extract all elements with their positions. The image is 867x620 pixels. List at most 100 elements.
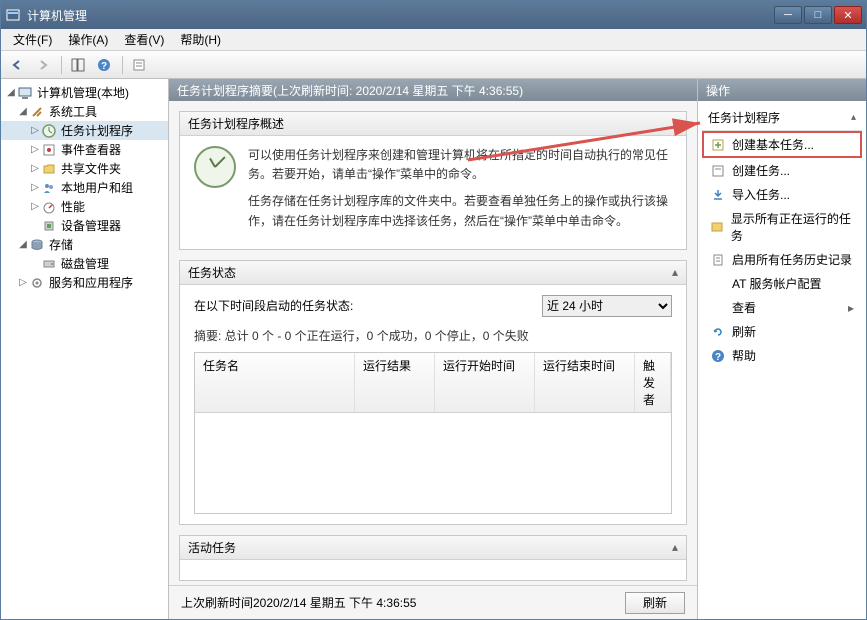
active-header[interactable]: 活动任务 ▴ xyxy=(180,536,686,560)
tree-localusers[interactable]: ▷ 本地用户和组 xyxy=(1,178,168,197)
svg-text:?: ? xyxy=(101,61,107,72)
actions-section-title: 任务计划程序 ▴ xyxy=(702,105,862,131)
chevron-right-icon: ▸ xyxy=(848,301,854,315)
center-body[interactable]: 任务计划程序概述 ▴ 可以使用任务计划程序来创建和管理计算机将在所指定的时间自动… xyxy=(169,101,697,585)
properties-button[interactable] xyxy=(127,54,151,76)
action-enable-history[interactable]: 启用所有任务历史记录 xyxy=(704,248,860,271)
action-view[interactable]: 查看 ▸ xyxy=(704,296,860,319)
menu-action[interactable]: 操作(A) xyxy=(60,29,116,50)
actions-section-label: 任务计划程序 xyxy=(708,109,780,126)
create-task-icon xyxy=(710,163,726,179)
menu-file[interactable]: 文件(F) xyxy=(5,29,60,50)
tree-systools[interactable]: ◢ 系统工具 xyxy=(1,102,168,121)
blank-icon xyxy=(710,276,726,292)
action-label: 查看 xyxy=(732,299,756,316)
expander-icon[interactable]: ◢ xyxy=(5,87,17,98)
show-hide-tree-button[interactable] xyxy=(66,54,90,76)
col-taskname[interactable]: 任务名 xyxy=(195,353,355,412)
tree-label: 本地用户和组 xyxy=(61,179,133,196)
device-icon xyxy=(41,218,57,234)
actions-header: 操作 xyxy=(698,79,866,101)
refresh-icon xyxy=(710,324,726,340)
action-create-task[interactable]: 创建任务... xyxy=(704,159,860,182)
action-create-basic-task[interactable]: 创建基本任务... xyxy=(702,131,862,158)
action-label: 创建基本任务... xyxy=(732,136,814,153)
action-show-running[interactable]: 显示所有正在运行的任务 xyxy=(704,207,860,247)
col-trigger[interactable]: 触发者 xyxy=(635,353,671,412)
active-title: 活动任务 xyxy=(188,539,236,556)
expander-icon[interactable]: ▷ xyxy=(17,277,29,288)
chevron-up-icon: ▴ xyxy=(672,265,678,279)
overview-section: 任务计划程序概述 ▴ 可以使用任务计划程序来创建和管理计算机将在所指定的时间自动… xyxy=(179,111,687,250)
chevron-up-icon: ▴ xyxy=(672,117,678,131)
action-label: 刷新 xyxy=(732,323,756,340)
last-refresh-info: 上次刷新时间2020/2/14 星期五 下午 4:36:55 xyxy=(181,594,625,611)
import-icon xyxy=(710,187,726,203)
tree-label: 磁盘管理 xyxy=(61,255,109,272)
action-at-config[interactable]: AT 服务帐户配置 xyxy=(704,272,860,295)
action-label: 帮助 xyxy=(732,347,756,364)
status-label: 在以下时间段启动的任务状态: xyxy=(194,297,353,314)
toolbar: ? xyxy=(1,51,866,79)
tree-performance[interactable]: ▷ 性能 xyxy=(1,197,168,216)
history-icon xyxy=(710,252,726,268)
tools-icon xyxy=(29,104,45,120)
app-icon xyxy=(5,7,21,23)
forward-button[interactable] xyxy=(31,54,55,76)
expander-icon[interactable]: ▷ xyxy=(29,144,41,155)
close-button[interactable]: ✕ xyxy=(834,6,862,24)
tree-label: 设备管理器 xyxy=(61,217,121,234)
action-import-task[interactable]: 导入任务... xyxy=(704,183,860,206)
expander-icon[interactable]: ▷ xyxy=(29,163,41,174)
tree-servicesapps[interactable]: ▷ 服务和应用程序 xyxy=(1,273,168,292)
overview-content: 可以使用任务计划程序来创建和管理计算机将在所指定的时间自动执行的常见任务。若要开… xyxy=(180,136,686,249)
tree-label: 共享文件夹 xyxy=(61,160,121,177)
action-label: 创建任务... xyxy=(732,162,790,179)
status-header[interactable]: 任务状态 ▴ xyxy=(180,261,686,285)
expander-icon[interactable]: ◢ xyxy=(17,239,29,250)
menu-help[interactable]: 帮助(H) xyxy=(172,29,229,50)
active-section: 活动任务 ▴ xyxy=(179,535,687,581)
window-title: 计算机管理 xyxy=(27,7,774,24)
action-refresh[interactable]: 刷新 xyxy=(704,320,860,343)
tree-root[interactable]: ◢ 计算机管理(本地) xyxy=(1,83,168,102)
tree-label: 存储 xyxy=(49,236,73,253)
col-result[interactable]: 运行结果 xyxy=(355,353,435,412)
refresh-button[interactable]: 刷新 xyxy=(625,592,685,614)
tree-label: 系统工具 xyxy=(49,103,97,120)
help-button[interactable]: ? xyxy=(92,54,116,76)
expander-icon[interactable]: ◢ xyxy=(17,106,29,117)
task-table-header: 任务名 运行结果 运行开始时间 运行结束时间 触发者 xyxy=(195,353,671,413)
tree-pane[interactable]: ◢ 计算机管理(本地) ◢ 系统工具 ▷ 任务计划程序 ▷ 事件查看器 ▷ xyxy=(1,79,169,619)
status-section: 任务状态 ▴ 在以下时间段启动的任务状态: 近 24 小时 摘要: 总计 0 个… xyxy=(179,260,687,525)
actions-body[interactable]: 任务计划程序 ▴ 创建基本任务... 创建任务... 导入任务... xyxy=(698,101,866,619)
col-end[interactable]: 运行结束时间 xyxy=(535,353,635,412)
minimize-button[interactable]: ─ xyxy=(774,6,802,24)
action-help[interactable]: ? 帮助 xyxy=(704,344,860,367)
clock-icon xyxy=(41,123,57,139)
tree-storage[interactable]: ◢ 存储 xyxy=(1,235,168,254)
tree-sharedfolders[interactable]: ▷ 共享文件夹 xyxy=(1,159,168,178)
tree-scheduler[interactable]: ▷ 任务计划程序 xyxy=(1,121,168,140)
tree-label: 服务和应用程序 xyxy=(49,274,133,291)
tree-diskmanage[interactable]: 磁盘管理 xyxy=(1,254,168,273)
col-start[interactable]: 运行开始时间 xyxy=(435,353,535,412)
menu-view[interactable]: 查看(V) xyxy=(116,29,172,50)
expander-icon[interactable]: ▷ xyxy=(29,125,41,136)
expander-icon[interactable]: ▷ xyxy=(29,201,41,212)
folder-icon xyxy=(41,161,57,177)
help-icon: ? xyxy=(710,348,726,364)
status-period-select[interactable]: 近 24 小时 xyxy=(542,295,672,317)
overview-header[interactable]: 任务计划程序概述 ▴ xyxy=(180,112,686,136)
tree-eventviewer[interactable]: ▷ 事件查看器 xyxy=(1,140,168,159)
tree-label: 计算机管理(本地) xyxy=(37,84,129,101)
active-content xyxy=(180,560,686,580)
task-table-body[interactable] xyxy=(195,413,671,513)
titlebar: 计算机管理 ─ □ ✕ xyxy=(1,1,866,29)
window-controls: ─ □ ✕ xyxy=(774,6,862,24)
maximize-button[interactable]: □ xyxy=(804,6,832,24)
expander-icon[interactable]: ▷ xyxy=(29,182,41,193)
tree-devmgr[interactable]: 设备管理器 xyxy=(1,216,168,235)
status-content: 在以下时间段启动的任务状态: 近 24 小时 摘要: 总计 0 个 - 0 个正… xyxy=(180,285,686,524)
back-button[interactable] xyxy=(5,54,29,76)
